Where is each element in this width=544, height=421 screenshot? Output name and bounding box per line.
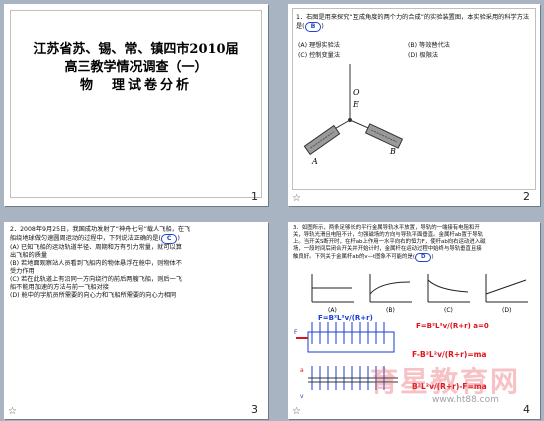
spring-scale-a — [303, 124, 341, 156]
label-b: B — [389, 147, 396, 156]
equation-3: F-B²L²v/(R+r)=ma — [412, 350, 487, 359]
equation-1: F=B²L²v/(R+r) — [318, 314, 373, 322]
star-icon: ☆ — [292, 193, 301, 204]
graph-c: (C) — [427, 274, 470, 314]
answer-badge: D — [414, 253, 432, 262]
apparatus-figure: O E A B — [303, 64, 404, 166]
slide-number: 4 — [523, 403, 530, 416]
svg-text:(D): (D) — [502, 307, 511, 314]
svg-text:F: F — [294, 329, 298, 336]
slide-title-line2: 高三教学情况调查（一） — [64, 60, 208, 75]
svg-text:v: v — [300, 393, 304, 400]
slide-title-line3: 物 理试卷分析 — [79, 78, 192, 93]
label-a: A — [311, 157, 318, 166]
question-text: 2．2008年9月25日，我国成功发射了“神舟七号”载人飞船，在飞 船绕地球做匀… — [10, 226, 191, 299]
vt-graphs: (A) (B) (C) (D) — [311, 274, 528, 314]
slide-number: 1 — [251, 190, 258, 203]
equation-2: F=B²L²v/(R+r) a=0 — [416, 322, 489, 330]
svg-text:(A): (A) — [328, 307, 337, 314]
option-d: (D) 极限法 — [408, 52, 439, 59]
svg-text:a: a — [300, 367, 304, 374]
slide-number: 2 — [523, 190, 530, 203]
slide-thumbnail-2[interactable]: 1．右图是用来探究“互成角度的两个力的合成”的实验装置图，本实验采用的科学方法是… — [288, 4, 540, 206]
slide-thumbnail-1[interactable]: 江苏省苏、锡、常、镇四市2010届 高三教学情况调查（一） 物 理试卷分析 1 — [4, 4, 268, 206]
question-text: 3．如图所示，两条足够长的平行金属导轨水平放置，导轨的一端接有电阻和开 关，导轨… — [293, 225, 486, 262]
svg-text:(B): (B) — [386, 307, 395, 314]
watermark-logo: 育星教育网 — [370, 365, 521, 398]
question-text: 1．右图是用来探究“互成角度的两个力的合成”的实验装置图，本实验采用的科学方法是… — [296, 14, 530, 32]
star-icon: ☆ — [8, 406, 17, 417]
spring-scale-b — [364, 123, 404, 149]
option-a: (A) 理想实验法 — [298, 42, 340, 49]
star-icon: ☆ — [292, 406, 301, 417]
svg-text:(C): (C) — [444, 307, 453, 314]
option-b: (B) 等效替代法 — [408, 42, 450, 49]
graph-d: (D) — [485, 274, 528, 314]
label-e: E — [352, 100, 359, 109]
slide-number: 3 — [251, 403, 258, 416]
graph-a: (A) — [311, 274, 354, 314]
slide-thumbnail-3[interactable]: 2．2008年9月25日，我国成功发射了“神舟七号”载人飞船，在飞 船绕地球做匀… — [4, 222, 268, 419]
label-o: O — [353, 88, 360, 97]
answer-badge: C — [160, 234, 178, 244]
watermark-url: www.ht88.com — [432, 395, 499, 405]
slide-title-line1: 江苏省苏、锡、常、镇四市2010届 — [33, 42, 239, 57]
answer-badge: B — [304, 22, 322, 32]
graph-b: (B) — [369, 274, 412, 314]
option-c: (C) 控制变量法 — [298, 52, 341, 59]
